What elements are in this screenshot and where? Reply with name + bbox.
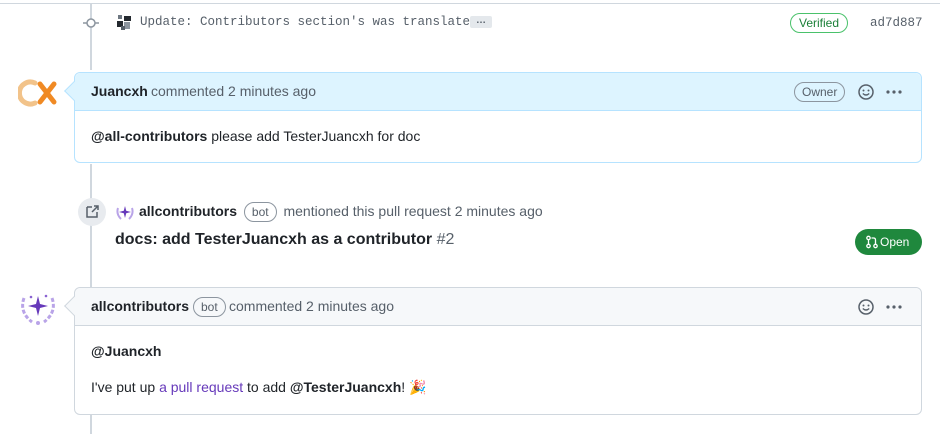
comment-text: please add TesterJuancxh for doc [207,128,421,144]
verified-badge[interactable]: Verified [790,13,849,33]
bot-badge: bot [243,202,277,222]
comment-timestamp[interactable]: commented 2 minutes ago [151,83,316,99]
comment-body: @Juancxh I've put up a pull request to a… [75,326,921,396]
commit-message-link[interactable]: Update: Contributors section's was trans… [140,15,470,29]
owner-comment: Juancxh commented 2 minutes ago Owner @a… [64,72,922,163]
commit-row: Update: Contributors section's was trans… [80,10,930,36]
timeline-line [90,414,92,434]
kebab-horizontal-icon[interactable] [884,298,904,316]
top-divider [0,3,940,4]
git-pull-request-icon [866,235,878,249]
juancxh-avatar[interactable] [18,73,58,113]
pr-number[interactable]: #2 [437,231,455,248]
owner-badge: Owner [794,82,846,102]
comment-timestamp[interactable]: commented 2 minutes ago [229,298,394,314]
commit-author-avatar[interactable] [115,13,134,32]
allcontributors-avatar[interactable] [18,288,58,328]
message-text: to add [243,379,290,395]
kebab-horizontal-icon[interactable] [884,83,904,101]
timeline-line [90,164,92,288]
expand-commit-button[interactable]: … [470,16,492,28]
smiley-icon[interactable] [857,298,875,316]
comment-author[interactable]: Juancxh [91,83,148,99]
mention-link[interactable]: @Juancxh [91,343,161,359]
message-text: I've put up [91,379,160,395]
greeting-paragraph: @Juancxh [91,343,905,359]
message-text: ! 🎉 [401,379,427,395]
pr-title-link[interactable]: docs: add TesterJuancxh as a contributor… [115,231,454,249]
comment-header: Juancxh commented 2 minutes ago Owner [75,73,921,111]
mention-link[interactable]: @TesterJuancxh [290,379,401,395]
commit-sha-link[interactable]: ad7d887 [870,16,923,30]
event-actor[interactable]: allcontributors [139,203,237,219]
mention-link[interactable]: @all-contributors [91,128,207,144]
pr-title[interactable]: docs: add TesterJuancxh as a contributor [115,231,432,248]
git-commit-icon [83,18,99,28]
smiley-icon[interactable] [857,83,875,101]
pull-request-link[interactable]: a pull request [159,379,243,395]
cross-reference-icon [86,205,99,218]
event-text[interactable]: mentioned this pull request 2 minutes ag… [283,203,542,219]
bot-comment: allcontributors bot commented 2 minutes … [64,287,922,415]
comment-header: allcontributors bot commented 2 minutes … [75,288,921,326]
pr-open-badge: Open [855,229,922,255]
comment-body: @all-contributors please add TesterJuanc… [75,111,921,144]
message-paragraph: I've put up a pull request to add @Teste… [91,379,905,396]
comment-author[interactable]: allcontributors [91,298,189,314]
cross-reference-badge [78,198,106,226]
mention-event-line: allcontributors bot mentioned this pull … [139,202,543,222]
allcontributors-avatar-small[interactable] [115,202,135,222]
pr-state-label: Open [880,235,910,249]
bot-badge: bot [193,297,226,317]
